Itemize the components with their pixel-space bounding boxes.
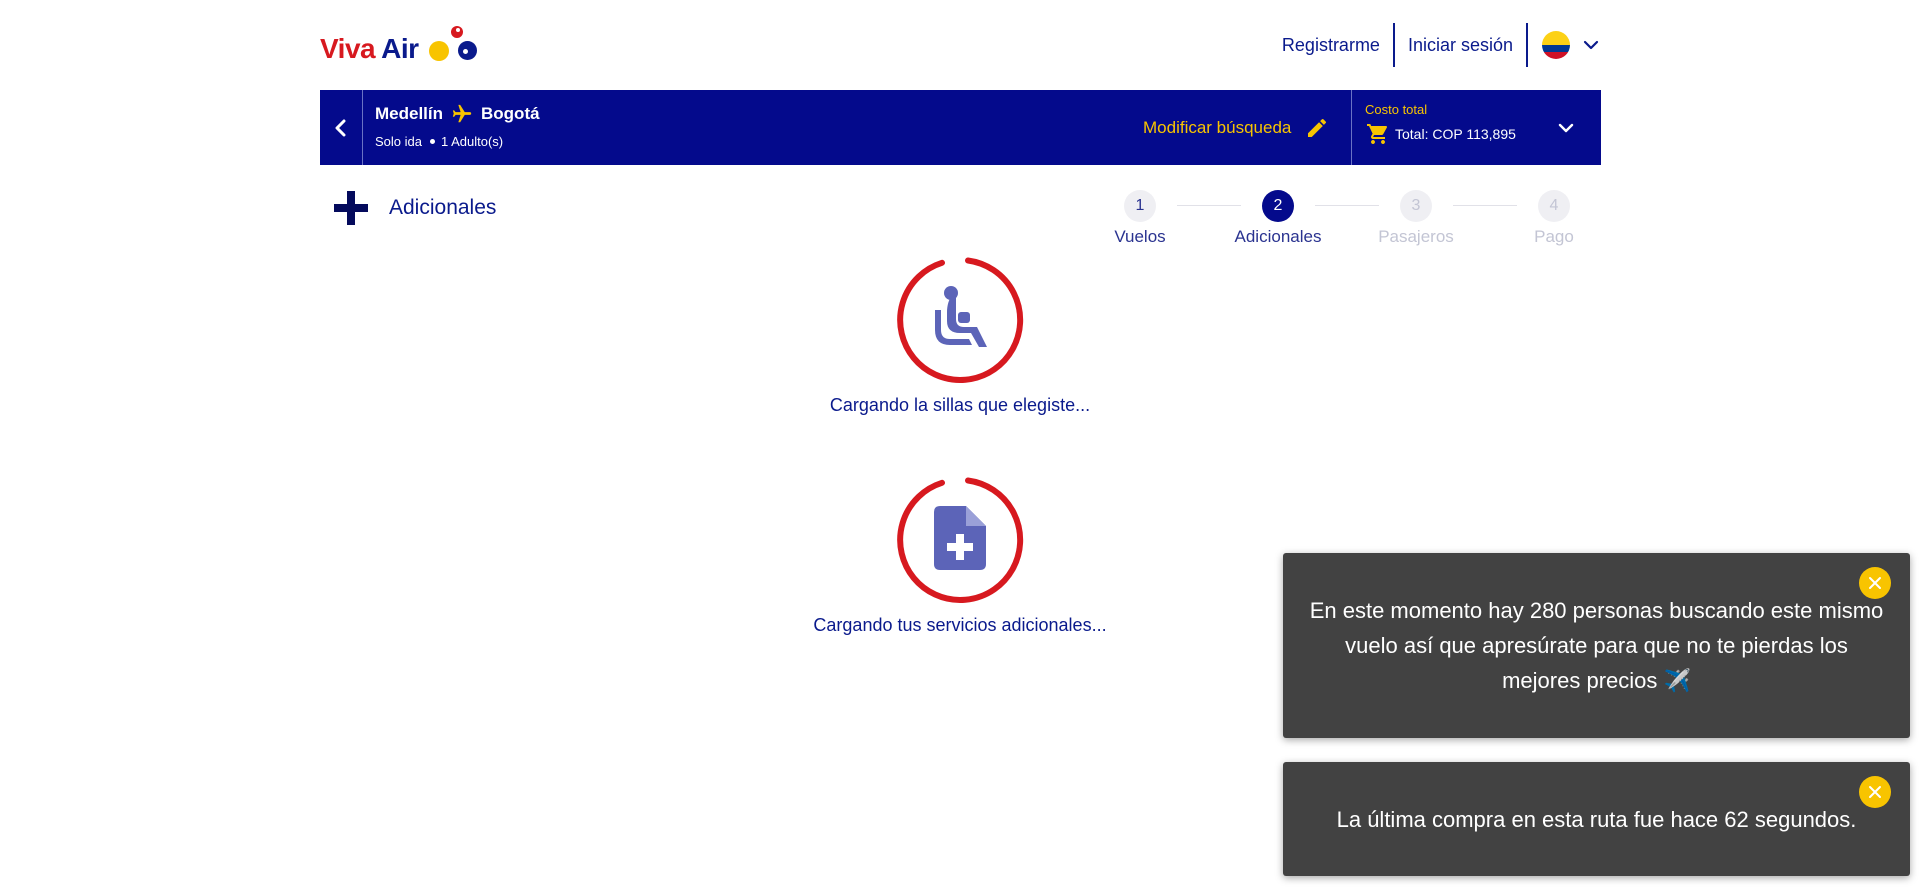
plus-icon <box>334 191 368 225</box>
top-navigation: Registrarme Iniciar sesión <box>1269 22 1600 68</box>
step-pago: 4 Pago <box>1494 190 1614 247</box>
notification-toast: En este momento hay 280 personas buscand… <box>1283 553 1910 738</box>
close-icon <box>1869 786 1881 798</box>
logo-word-viva: Viva <box>320 33 376 64</box>
login-link[interactable]: Iniciar sesión <box>1395 22 1526 68</box>
cost-label: Costo total <box>1365 102 1428 117</box>
airplane-icon <box>451 103 473 125</box>
step-vuelos[interactable]: 1 Vuelos <box>1080 190 1200 247</box>
close-button[interactable] <box>1859 776 1891 808</box>
modify-search-button[interactable]: Modificar búsqueda <box>1143 90 1329 165</box>
total-amount: Total: COP 113,895 <box>1395 126 1516 142</box>
country-selector[interactable] <box>1528 22 1600 68</box>
chevron-left-icon <box>335 119 346 136</box>
separator-dot <box>429 139 435 144</box>
shopping-cart-icon <box>1367 124 1388 144</box>
modify-search-label: Modificar búsqueda <box>1143 117 1292 137</box>
total-cost-toggle[interactable]: Costo total Total: COP 113,895 <box>1351 90 1601 165</box>
add-document-icon <box>934 506 986 570</box>
step-label: Vuelos <box>1114 227 1166 246</box>
step-pasajeros: 3 Pasajeros <box>1356 190 1476 247</box>
loader-message: Cargando tus servicios adicionales... <box>813 615 1107 635</box>
step-label: Pasajeros <box>1378 227 1454 246</box>
step-adicionales[interactable]: 2 Adicionales <box>1218 190 1338 247</box>
logo-word-air: Air <box>381 33 419 64</box>
route-summary: Medellín Bogotá Solo ida 1 Adulto(s) <box>375 102 540 149</box>
page-title: Adicionales <box>389 196 497 219</box>
checkout-stepper: 1 Vuelos 2 Adicionales 3 Pasajeros 4 Pag… <box>1083 190 1583 246</box>
step-number: 1 <box>1124 190 1156 222</box>
pencil-icon <box>1308 118 1327 137</box>
toast-message: La última compra en esta ruta fue hace 6… <box>1336 807 1857 832</box>
toast-message: En este momento hay 280 personas buscand… <box>1309 598 1884 693</box>
close-button[interactable] <box>1859 567 1891 599</box>
section-header: Adicionales <box>333 190 496 226</box>
logo-dots-icon <box>425 22 477 68</box>
step-number: 3 <box>1400 190 1432 222</box>
destination-city: Bogotá <box>481 104 540 123</box>
passenger-count: 1 Adulto(s) <box>440 134 504 149</box>
trip-type: Solo ida <box>375 134 422 149</box>
colombia-flag-icon <box>1542 31 1570 59</box>
register-link[interactable]: Registrarme <box>1269 22 1393 68</box>
viva-air-logo[interactable]: Viva Air <box>320 22 477 68</box>
step-label: Pago <box>1534 227 1574 246</box>
loading-spinner <box>896 476 1024 604</box>
seats-loader: Cargando la sillas que elegiste... <box>810 256 1110 416</box>
chevron-down-icon <box>1583 40 1599 50</box>
chevron-down-icon <box>1558 123 1574 133</box>
loading-spinner <box>896 256 1024 384</box>
notification-toast: La última compra en esta ruta fue hace 6… <box>1283 762 1910 876</box>
back-button[interactable] <box>320 90 363 165</box>
search-summary-bar: Medellín Bogotá Solo ida 1 Adulto(s) Mod… <box>320 90 1601 165</box>
step-label: Adicionales <box>1234 227 1322 246</box>
close-icon <box>1869 577 1881 589</box>
loader-message: Cargando la sillas que elegiste... <box>829 395 1091 415</box>
origin-city: Medellín <box>375 104 444 123</box>
seat-icon <box>935 286 987 347</box>
services-loader: Cargando tus servicios adicionales... <box>810 476 1110 636</box>
step-number: 4 <box>1538 190 1570 222</box>
step-number: 2 <box>1262 190 1294 222</box>
site-header: Viva Air Registrarme Iniciar sesión <box>320 22 1600 68</box>
